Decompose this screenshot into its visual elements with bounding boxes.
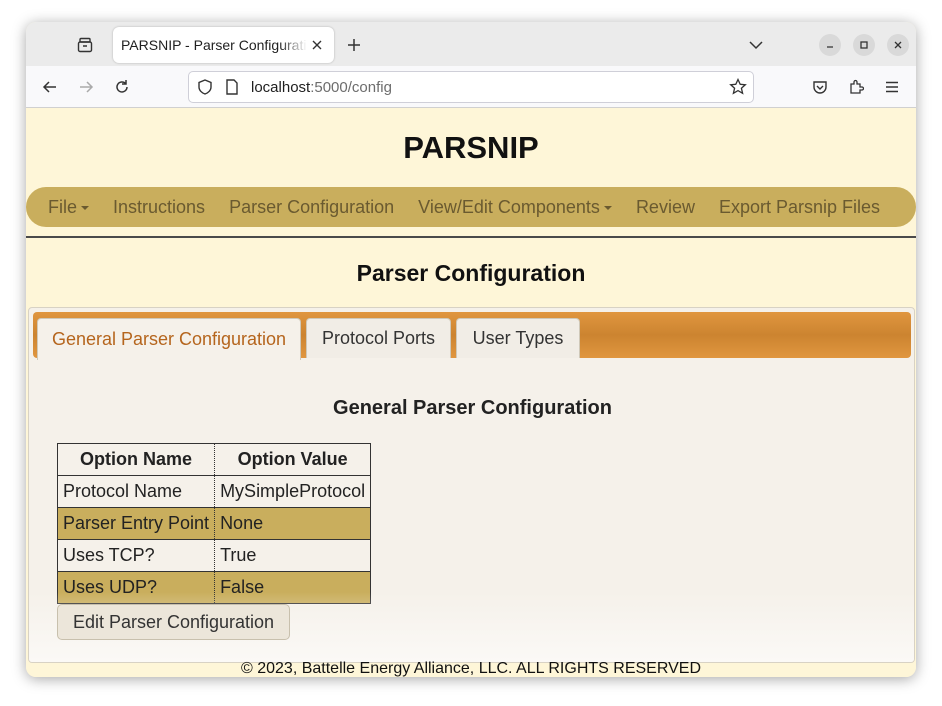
shield-icon[interactable] (197, 79, 213, 100)
column-header-option-name: Option Name (56, 443, 216, 476)
nav-export-parsnip-files[interactable]: Export Parsnip Files (719, 197, 880, 218)
nav-view-edit-label: View/Edit Components (418, 196, 600, 217)
pocket-icon[interactable] (809, 76, 831, 98)
new-tab-icon[interactable] (344, 35, 364, 55)
copyright-footer: © 2023, Battelle Energy Alliance, LLC. A… (240, 660, 701, 677)
back-arrow-icon[interactable] (39, 76, 61, 98)
tab-protocol-ports[interactable]: Protocol Ports (306, 318, 451, 358)
nav-instructions[interactable]: Instructions (113, 197, 205, 218)
bookmark-star-icon[interactable] (729, 77, 747, 101)
app-title: PARSNIP (403, 130, 539, 165)
header-divider (26, 236, 916, 238)
table-row: Protocol Name MySimpleProtocol (56, 475, 372, 508)
browser-tab-strip: PARSNIP - Parser Configuration (26, 22, 916, 66)
list-all-tabs-icon[interactable] (746, 35, 766, 55)
extensions-icon[interactable] (845, 76, 867, 98)
dropdown-caret-icon (603, 206, 612, 210)
close-window-icon[interactable] (887, 34, 909, 56)
edit-parser-configuration-button[interactable]: Edit Parser Configuration (57, 604, 290, 640)
column-header-option-value: Option Value (214, 443, 372, 476)
option-value-cell: MySimpleProtocol (214, 475, 372, 508)
browser-toolbar: localhost:5000/config (26, 66, 916, 108)
tab-manager-icon[interactable] (74, 34, 96, 56)
tab-general-parser-configuration[interactable]: General Parser Configuration (37, 318, 301, 360)
option-name-cell: Uses TCP? (56, 539, 216, 572)
close-tab-icon[interactable] (308, 36, 326, 54)
config-tabs-panel: General Parser Configuration Protocol Po… (28, 307, 915, 663)
tab-user-types[interactable]: User Types (456, 318, 580, 358)
main-navbar: File Instructions Parser Configuration V… (26, 187, 916, 227)
config-tab-bar: General Parser Configuration Protocol Po… (33, 312, 911, 360)
url-host: localhost (251, 79, 311, 96)
option-name-cell: Parser Entry Point (56, 507, 216, 540)
nav-file-dropdown[interactable]: File (48, 196, 90, 218)
table-header-row: Option Name Option Value (56, 443, 372, 476)
forward-arrow-icon[interactable] (75, 76, 97, 98)
browser-tab-title: PARSNIP - Parser Configuration (121, 37, 307, 53)
table-row: Parser Entry Point None (56, 507, 372, 540)
url-path: :5000/config (310, 79, 392, 96)
option-value-cell: None (214, 507, 372, 540)
browser-tab-active[interactable]: PARSNIP - Parser Configuration (113, 27, 334, 63)
minimize-window-icon[interactable] (819, 34, 841, 56)
nav-file-label: File (48, 196, 78, 217)
maximize-window-icon[interactable] (853, 34, 875, 56)
option-value-cell: True (214, 539, 372, 572)
reload-icon[interactable] (111, 76, 133, 98)
section-title: General Parser Configuration (333, 397, 612, 419)
menu-hamburger-icon[interactable] (881, 76, 903, 98)
url-bar[interactable]: localhost:5000/config (188, 71, 754, 103)
url-text[interactable]: localhost:5000/config (251, 79, 392, 96)
table-row: Uses TCP? True (56, 539, 372, 572)
page-icon[interactable] (225, 79, 239, 100)
options-table: Option Name Option Value Protocol Name M… (56, 443, 372, 604)
option-name-cell: Protocol Name (56, 475, 216, 508)
nav-review[interactable]: Review (636, 197, 695, 218)
browser-window: PARSNIP - Parser Configuration localhost… (26, 22, 916, 677)
dropdown-caret-icon (81, 206, 90, 210)
nav-view-edit-components-dropdown[interactable]: View/Edit Components (418, 197, 612, 218)
nav-parser-configuration[interactable]: Parser Configuration (229, 197, 394, 218)
page-title: Parser Configuration (356, 260, 586, 286)
page-content: PARSNIP File Instructions Parser Configu… (26, 108, 916, 677)
